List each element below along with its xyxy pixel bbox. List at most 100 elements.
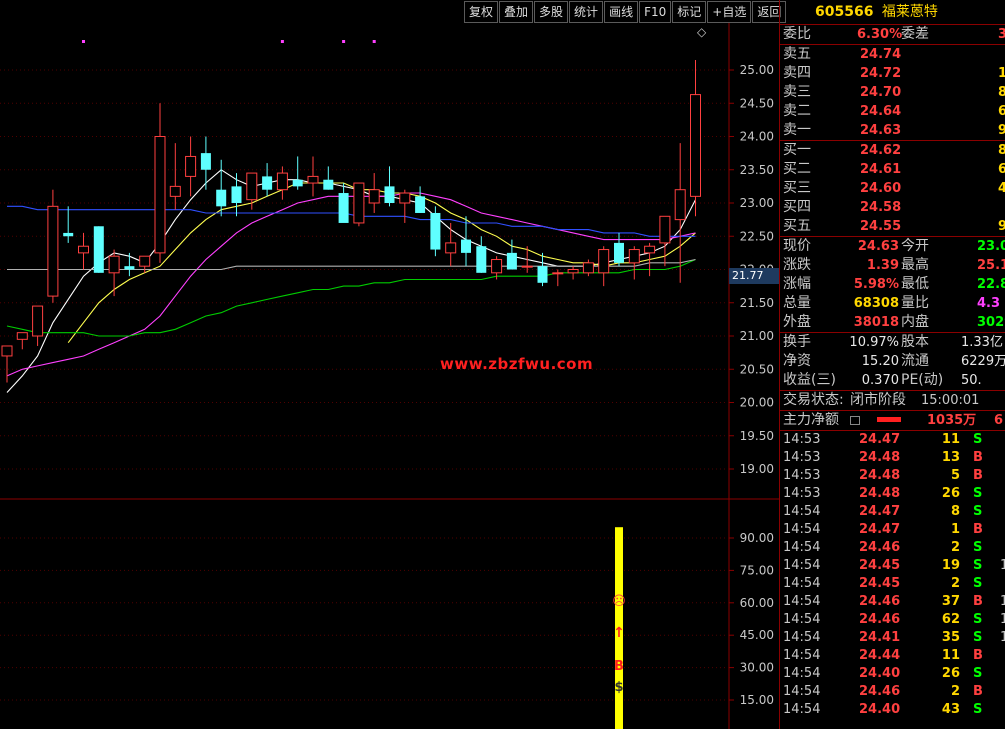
candle[interactable] <box>659 215 671 267</box>
ask-row[interactable]: 卖四 24.72 1 <box>780 64 1005 83</box>
candle[interactable] <box>154 103 166 263</box>
candle[interactable] <box>552 269 564 287</box>
candle[interactable] <box>399 189 411 223</box>
toolbar-button-4[interactable]: 画线 <box>604 1 639 23</box>
candle[interactable] <box>430 206 441 257</box>
tick-row[interactable]: 14:54 24.47 8 S <box>780 503 1005 521</box>
candle[interactable] <box>445 222 457 267</box>
tick-side: S <box>973 540 983 555</box>
candle[interactable] <box>93 226 104 273</box>
candle[interactable] <box>124 252 135 277</box>
tick-row[interactable]: 14:54 24.40 43 S <box>780 701 1005 719</box>
ask-row[interactable]: 卖二 24.64 6 <box>780 102 1005 121</box>
candle[interactable] <box>521 246 533 273</box>
tick-list[interactable]: 14:53 24.47 11 S 14:53 24.48 13 B 14:53 24.48 5 B 14… <box>780 431 1005 719</box>
tick-price: 24.45 <box>859 558 901 573</box>
price-axis-label: 21.00 <box>740 329 774 343</box>
toolbar-button-1[interactable]: 叠加 <box>499 1 534 23</box>
candle[interactable] <box>63 206 74 243</box>
candle[interactable] <box>384 166 395 207</box>
candle[interactable] <box>415 186 426 213</box>
candle[interactable] <box>644 242 656 277</box>
price-axis-label: 23.00 <box>740 196 774 210</box>
price-axis-label: 24.50 <box>740 96 774 110</box>
candle[interactable] <box>567 266 579 280</box>
candle[interactable] <box>47 189 59 303</box>
bid-row[interactable]: 买三 24.60 4 <box>780 179 1005 198</box>
ask-row[interactable]: 卖一 24.63 9 <box>780 121 1005 140</box>
candle-body <box>262 176 273 190</box>
candle[interactable] <box>262 163 273 197</box>
tick-row[interactable]: 14:54 24.47 1 B <box>780 521 1005 539</box>
tick-extra: 1 <box>1000 630 1005 645</box>
toolbar-button-7[interactable]: +自选 <box>707 1 752 23</box>
toolbar-button-0[interactable]: 复权 <box>464 1 499 23</box>
candle[interactable] <box>231 173 242 217</box>
tick-row[interactable]: 14:54 24.40 26 S <box>780 665 1005 683</box>
candle[interactable] <box>276 166 288 200</box>
tick-row[interactable]: 14:53 24.47 11 S <box>780 431 1005 449</box>
finance-stats: 换手 10.97% 股本 1.33亿 净资 15.20 流通 6229万 收益(三) 0.370 P… <box>780 333 1005 391</box>
ask-row[interactable]: 卖三 24.70 8 <box>780 83 1005 102</box>
bid-row[interactable]: 买四 24.58 <box>780 198 1005 217</box>
bid-row[interactable]: 买一 24.62 8 <box>780 141 1005 160</box>
tick-row[interactable]: 14:53 24.48 26 S <box>780 485 1005 503</box>
tick-row[interactable]: 14:53 24.48 13 B <box>780 449 1005 467</box>
bid-row[interactable]: 买二 24.61 6 <box>780 160 1005 179</box>
tick-row[interactable]: 14:54 24.41 35 S 1 <box>780 629 1005 647</box>
tick-price: 24.47 <box>859 432 901 447</box>
tick-volume: 8 <box>950 504 960 519</box>
ask-row[interactable]: 卖五 24.74 <box>780 45 1005 64</box>
indicator-chart[interactable]: ☹ ↑ B $ 90.00 75.00 60.00 45.00 30.00 15.00 <box>0 500 779 729</box>
tick-volume: 1 <box>950 522 960 537</box>
toolbar-button-3[interactable]: 统计 <box>569 1 604 23</box>
quote-value-2: 3029 <box>977 315 1005 330</box>
candle[interactable] <box>476 236 487 273</box>
tick-row[interactable]: 14:53 24.48 5 B <box>780 467 1005 485</box>
toolbar-button-6[interactable]: 标记 <box>672 1 707 23</box>
candle[interactable] <box>537 252 548 287</box>
candle-body <box>368 189 380 204</box>
tick-side: S <box>973 486 983 501</box>
candle[interactable] <box>368 173 380 213</box>
candle[interactable] <box>169 143 181 210</box>
candle[interactable] <box>185 136 197 197</box>
tick-row[interactable]: 14:54 24.44 11 B <box>780 647 1005 665</box>
bid-row[interactable]: 买五 24.55 9 <box>780 217 1005 236</box>
candle[interactable] <box>32 305 44 346</box>
net-flow-row[interactable]: 主力净额 1035万 6 <box>780 411 1005 430</box>
tick-row[interactable]: 14:54 24.46 2 S <box>780 539 1005 557</box>
candle[interactable] <box>598 246 610 287</box>
tick-row[interactable]: 14:54 24.45 2 S <box>780 575 1005 593</box>
candle[interactable] <box>139 255 151 273</box>
candle[interactable] <box>628 246 640 280</box>
toolbar-button-2[interactable]: 多股 <box>534 1 569 23</box>
table-icon[interactable] <box>850 416 860 425</box>
tick-time: 14:54 <box>783 648 821 663</box>
candle[interactable] <box>16 332 28 350</box>
tick-time: 14:54 <box>783 666 821 681</box>
candle[interactable] <box>461 216 471 267</box>
kline-chart[interactable]: ◇ 25.0024.5024.0023.5023.0022.5022.0021.… <box>0 23 779 500</box>
candle[interactable] <box>307 156 319 197</box>
candle[interactable] <box>1 345 13 383</box>
candle[interactable] <box>582 259 594 277</box>
candle[interactable] <box>216 159 227 217</box>
candle[interactable] <box>108 249 120 297</box>
candle[interactable] <box>200 136 211 190</box>
tick-side: B <box>973 684 983 699</box>
tick-row[interactable]: 14:54 24.46 2 B <box>780 683 1005 701</box>
diamond-icon[interactable]: ◇ <box>697 25 707 39</box>
candle[interactable] <box>614 232 624 267</box>
candle[interactable] <box>292 156 303 190</box>
indicator-axis-label: 90.00 <box>740 531 774 545</box>
tick-row[interactable]: 14:54 24.46 37 B 1 <box>780 593 1005 611</box>
tick-row[interactable]: 14:54 24.45 19 S 1 <box>780 557 1005 575</box>
candle[interactable] <box>690 60 701 217</box>
candle[interactable] <box>338 183 349 223</box>
tick-row[interactable]: 14:54 24.46 62 S 1 <box>780 611 1005 629</box>
tick-price: 24.47 <box>859 504 901 519</box>
candle[interactable] <box>78 232 89 270</box>
toolbar-button-5[interactable]: F10 <box>639 1 672 23</box>
candle[interactable] <box>353 182 365 227</box>
